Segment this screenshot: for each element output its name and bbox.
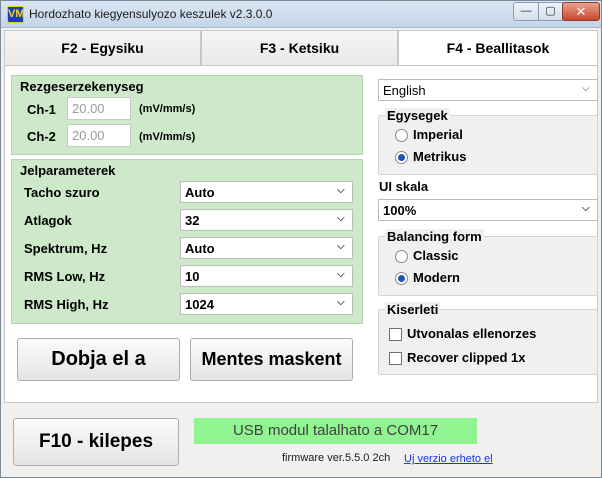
spectrum-value: Auto <box>185 241 215 256</box>
classic-label[interactable]: Classic <box>413 248 459 263</box>
chevron-down-icon: ⌵ <box>337 297 345 308</box>
title-bar[interactable]: VM Hordozhato kiegyensulyozo keszulek v2… <box>1 1 601 28</box>
metric-label[interactable]: Metrikus <box>413 149 466 164</box>
ui-scale-select[interactable]: 100% ⌵ <box>378 199 598 221</box>
reset-button[interactable]: Dobja el a <box>17 338 180 381</box>
sensitivity-title: Rezgeserzekenyseg <box>20 79 144 94</box>
app-logo-icon: VM <box>7 6 25 23</box>
tab-ketsiku[interactable]: F3 - Ketsiku <box>201 30 398 66</box>
ui-scale-label: UI skala <box>379 179 429 194</box>
rms-low-select[interactable]: 10 ⌵ <box>180 265 353 287</box>
rms-high-select[interactable]: 1024 ⌵ <box>180 293 353 315</box>
firmware-version: firmware ver.5.5.0 2ch <box>282 452 391 464</box>
chevron-down-icon: ⌵ <box>582 203 590 214</box>
spectrum-label: Spektrum, Hz <box>24 241 108 256</box>
chevron-down-icon: ⌵ <box>337 241 345 252</box>
ui-scale-value: 100% <box>383 203 417 218</box>
rms-high-label: RMS High, Hz <box>24 297 109 312</box>
exit-button[interactable]: F10 - kilepes <box>13 418 179 466</box>
averages-label: Atlagok <box>24 213 72 228</box>
close-button[interactable]: ✕ <box>562 2 600 21</box>
metric-radio[interactable] <box>395 151 408 164</box>
signal-params-group: Jelparameterek Tacho szuro Auto ⌵ Atlago… <box>11 159 363 324</box>
modern-label[interactable]: Modern <box>413 270 460 285</box>
tacho-filter-label: Tacho szuro <box>24 185 100 200</box>
chevron-down-icon: ⌵ <box>337 213 345 224</box>
rms-high-value: 1024 <box>185 297 214 312</box>
minimize-button[interactable]: — <box>513 2 539 21</box>
tacho-filter-select[interactable]: Auto ⌵ <box>180 181 353 203</box>
window-title: Hordozhato kiegyensulyozo keszulek v2.3.… <box>29 7 273 21</box>
save-as-button[interactable]: Mentes maskent <box>190 338 353 381</box>
recover-clipped-checkbox[interactable] <box>389 352 402 365</box>
tab-egysiku[interactable]: F2 - Egysiku <box>4 30 201 66</box>
imperial-radio[interactable] <box>395 129 408 142</box>
language-select[interactable]: English ⌵ <box>378 79 598 101</box>
rms-low-value: 10 <box>185 269 200 284</box>
classic-radio[interactable] <box>395 250 408 263</box>
maximize-button[interactable]: ▢ <box>538 2 563 21</box>
units-frame: Egysegek Imperial Metrikus <box>378 108 598 175</box>
ch1-unit: (mV/mm/s) <box>139 103 196 115</box>
tab-strip: F2 - Egysiku F3 - Ketsiku F4 - Beallitas… <box>4 30 598 66</box>
balancing-form-title: Balancing form <box>385 229 484 244</box>
tab-beallitasok[interactable]: F4 - Beallitasok <box>398 30 598 66</box>
sensitivity-group: Rezgeserzekenyseg Ch-1 20.00 (mV/mm/s) C… <box>11 75 363 155</box>
signal-params-title: Jelparameterek <box>20 163 116 178</box>
ch2-label: Ch-2 <box>27 129 56 144</box>
update-link[interactable]: Uj verzio erheto el <box>404 453 493 465</box>
route-check-checkbox[interactable] <box>389 328 402 341</box>
app-window: VM Hordozhato kiegyensulyozo keszulek v2… <box>0 0 602 478</box>
ch2-sensitivity-input[interactable]: 20.00 <box>67 124 131 147</box>
recover-clipped-label[interactable]: Recover clipped 1x <box>407 350 526 365</box>
modern-radio[interactable] <box>395 272 408 285</box>
route-check-label[interactable]: Utvonalas ellenorzes <box>407 326 536 341</box>
averages-select[interactable]: 32 ⌵ <box>180 209 353 231</box>
settings-panel: Rezgeserzekenyseg Ch-1 20.00 (mV/mm/s) C… <box>4 65 598 403</box>
ch1-label: Ch-1 <box>27 102 56 117</box>
spectrum-select[interactable]: Auto ⌵ <box>180 237 353 259</box>
experimental-title: Kiserleti <box>385 302 441 317</box>
footer-bar: F10 - kilepes USB modul talalhato a COM1… <box>1 406 601 477</box>
ch2-unit: (mV/mm/s) <box>139 131 196 143</box>
ch1-sensitivity-input[interactable]: 20.00 <box>67 97 131 120</box>
language-value: English <box>383 83 426 98</box>
rms-low-label: RMS Low, Hz <box>24 269 106 284</box>
usb-status-badge: USB modul talalhato a COM17 <box>194 418 477 444</box>
chevron-down-icon: ⌵ <box>337 185 345 196</box>
imperial-label[interactable]: Imperial <box>413 127 463 142</box>
units-title: Egysegek <box>385 108 450 123</box>
balancing-form-frame: Balancing form Classic Modern <box>378 229 598 296</box>
tacho-filter-value: Auto <box>185 185 215 200</box>
experimental-frame: Kiserleti Utvonalas ellenorzes Recover c… <box>378 302 598 375</box>
averages-value: 32 <box>185 213 200 228</box>
chevron-down-icon: ⌵ <box>337 269 345 280</box>
chevron-down-icon: ⌵ <box>582 83 590 94</box>
